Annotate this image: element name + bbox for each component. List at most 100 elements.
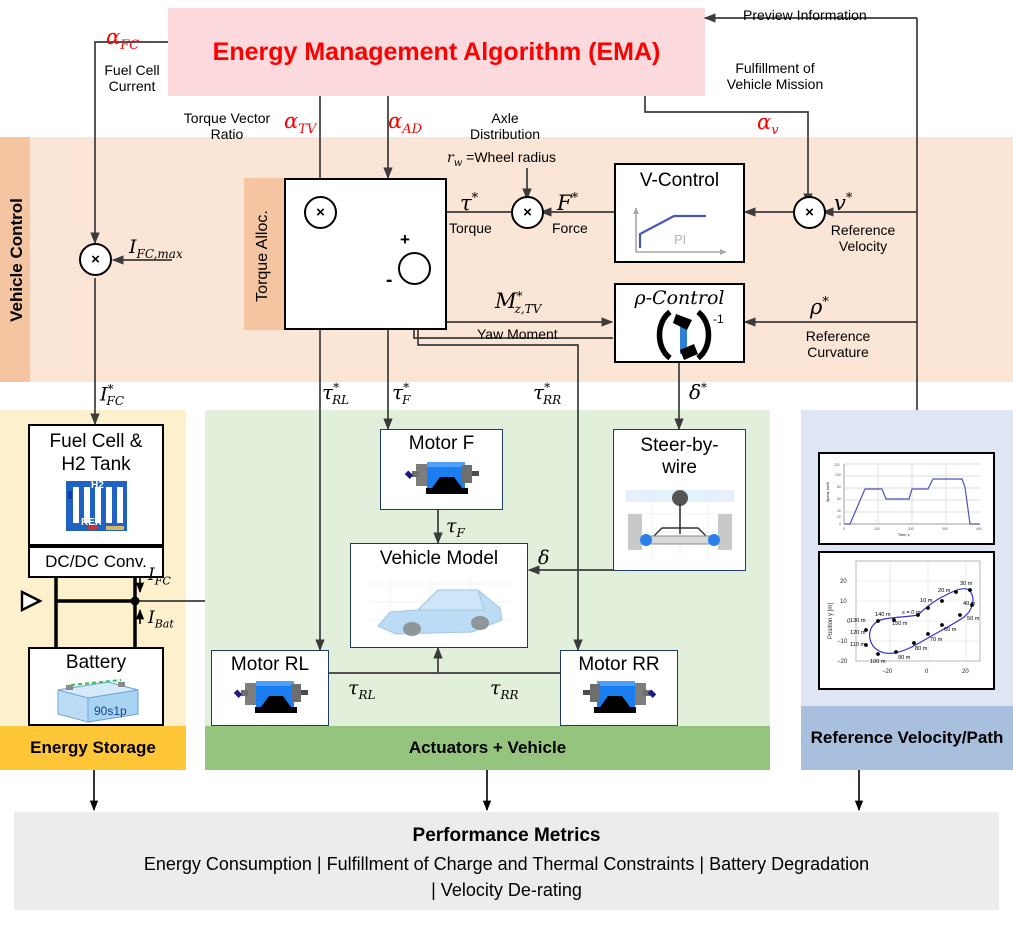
svg-text:s = 0 m: s = 0 m	[902, 610, 921, 616]
label-fuel-cell-current-text: Fuel Cell Current	[104, 62, 160, 94]
label-axle-distribution: Axle Distribution	[450, 108, 560, 146]
sum-minus-sign: -	[386, 270, 393, 291]
vehicle-model-icon	[370, 578, 510, 638]
label-mz-tv: M*z,TV	[495, 289, 542, 317]
svg-text:10 m: 10 m	[920, 598, 933, 604]
v-control-pi-icon: PI	[633, 208, 726, 255]
svg-text:20: 20	[837, 515, 841, 519]
svg-text:Position y [m]: Position y [m]	[828, 603, 834, 639]
fuelcell-multiply-node: ×	[79, 243, 112, 276]
label-fuel-cell-current: Fuel Cell Current	[92, 60, 172, 98]
svg-text:−10: −10	[837, 639, 848, 645]
svg-text:130 m: 130 m	[850, 618, 866, 624]
svg-text:10: 10	[840, 599, 847, 605]
reference-path-chart-box[interactable]: 20 10 0 −10 −20 −20 0 20 Position y [m] s = 0…	[818, 551, 995, 690]
label-tau-f: τF	[446, 515, 465, 540]
v-control-title: V-Control	[639, 170, 720, 192]
label-reference-velocity: Reference Velocity	[818, 220, 908, 258]
torque-alloc-multiply-node: ×	[304, 196, 337, 229]
battery-icon: 90s1p	[57, 679, 139, 723]
battery-icon-label: 90s1p	[94, 704, 127, 718]
rho-control-inverse-icon: -1	[656, 309, 724, 361]
svg-text:80 m: 80 m	[915, 646, 928, 652]
label-tau-rr: τRR	[490, 677, 519, 702]
label-v-star: v*	[834, 191, 853, 215]
svg-text:80: 80	[837, 485, 841, 489]
motor-f-icon	[404, 462, 479, 494]
label-reference-curvature-text: Reference Curvature	[805, 328, 871, 360]
label-alpha-tv: αTV	[284, 109, 317, 138]
svg-text:110 m: 110 m	[850, 642, 865, 648]
dcdc-converter-label: DC/DC Conv.	[45, 552, 147, 572]
steer-by-wire-title: Steer-by- wire	[613, 431, 746, 483]
label-axle-distribution-text: Axle Distribution	[469, 110, 541, 142]
performance-metrics-title: Performance Metrics	[412, 825, 601, 847]
label-i-bat: IBat	[148, 608, 174, 631]
fuel-cell-title-text: Fuel Cell & H2 Tank	[49, 430, 143, 475]
label-alpha-v: αv	[757, 110, 779, 139]
label-delta-star: δ*	[689, 380, 708, 404]
svg-text:140 m: 140 m	[875, 612, 891, 618]
label-alpha-fc: αFC	[106, 25, 140, 54]
svg-text:100 m: 100 m	[870, 659, 886, 665]
label-torque: Torque	[449, 220, 492, 236]
label-torque-vector-ratio-text: Torque Vector Ratio	[183, 110, 271, 142]
svg-text:400: 400	[976, 527, 982, 531]
svg-text:20 m: 20 m	[938, 588, 951, 594]
label-i-fc: IFC	[148, 565, 171, 588]
reference-velocity-chart: 120100 8060 40200 0 100 200 300 400 Time, s…	[826, 463, 982, 537]
label-torque-vector-ratio: Torque Vector Ratio	[172, 108, 282, 146]
svg-text:20: 20	[962, 669, 969, 675]
label-rho-star: ρ*	[810, 295, 829, 319]
svg-text:0: 0	[839, 522, 841, 526]
svg-text:60: 60	[837, 497, 841, 501]
steer-by-wire-title-text: Steer-by- wire	[640, 434, 719, 478]
motor-rr-icon	[583, 681, 657, 713]
svg-text:70 m: 70 m	[930, 637, 943, 643]
svg-text:150 m: 150 m	[892, 621, 908, 627]
label-fulfillment-of-vehicle-mission: Fulfillment of Vehicle Mission	[705, 58, 845, 96]
svg-text:−20: −20	[837, 659, 848, 665]
label-alpha-ad: αAD	[388, 109, 422, 138]
svg-text:90 m: 90 m	[898, 655, 911, 661]
svg-text:−20: −20	[882, 669, 893, 675]
torque-alloc-sum-node	[398, 252, 431, 285]
reference-velocity-chart-box[interactable]: 120 100 80 60 40 20 0 0 100 200 300 400 Time, s…	[818, 452, 995, 545]
svg-text:30 m: 30 m	[960, 581, 973, 587]
label-tau-rl: τRL	[348, 677, 376, 702]
multiply-glyph-3: ×	[805, 204, 814, 221]
label-reference-curvature: Reference Curvature	[788, 326, 888, 364]
label-i-fc-star: I*FC	[100, 382, 125, 409]
label-force: Force	[552, 220, 588, 236]
svg-text:60 m: 60 m	[944, 627, 957, 633]
motor-rr-title: Motor RR	[578, 654, 660, 676]
svg-text:40: 40	[837, 509, 841, 513]
label-tau-rl-star: τ*RL	[322, 380, 350, 407]
label-yaw-moment: Yaw Moment	[477, 326, 558, 342]
svg-text:20: 20	[840, 579, 847, 585]
label-fulfillment-text: Fulfillment of Vehicle Mission	[726, 60, 824, 92]
multiply-glyph-2: ×	[523, 204, 532, 221]
fuel-cell-icon: H2 REX	[66, 480, 127, 531]
label-preview-information: Preview Information	[743, 7, 867, 23]
label-i-fc-max: IFC,max	[129, 236, 183, 261]
battery-title: Battery	[65, 652, 127, 674]
motor-rl-title: Motor RL	[230, 654, 310, 676]
label-f-star: F*	[557, 191, 579, 215]
sum-plus-sign: +	[400, 230, 410, 249]
vehicle-model-title: Vehicle Model	[379, 548, 499, 570]
label-tau-rr-star: τ*RR	[533, 380, 562, 407]
fuel-cell-icon-top-label: H2	[91, 480, 104, 491]
label-tau-f-star: τ*F	[392, 380, 411, 407]
svg-text:50 m: 50 m	[967, 616, 980, 622]
svg-text:100: 100	[874, 527, 880, 531]
label-delta: δ	[538, 547, 550, 569]
motor-f-title: Motor F	[408, 433, 475, 455]
svg-text:200: 200	[908, 527, 914, 531]
svg-text:300: 300	[942, 527, 948, 531]
performance-metrics-line-1: Energy Consumption | Fulfillment of Char…	[143, 853, 870, 874]
rho-inverse-exponent: -1	[713, 312, 724, 326]
steer-by-wire-icon	[626, 490, 734, 558]
svg-text:0: 0	[925, 669, 929, 675]
torque-alloc-label: Torque Alloc.	[254, 210, 271, 302]
